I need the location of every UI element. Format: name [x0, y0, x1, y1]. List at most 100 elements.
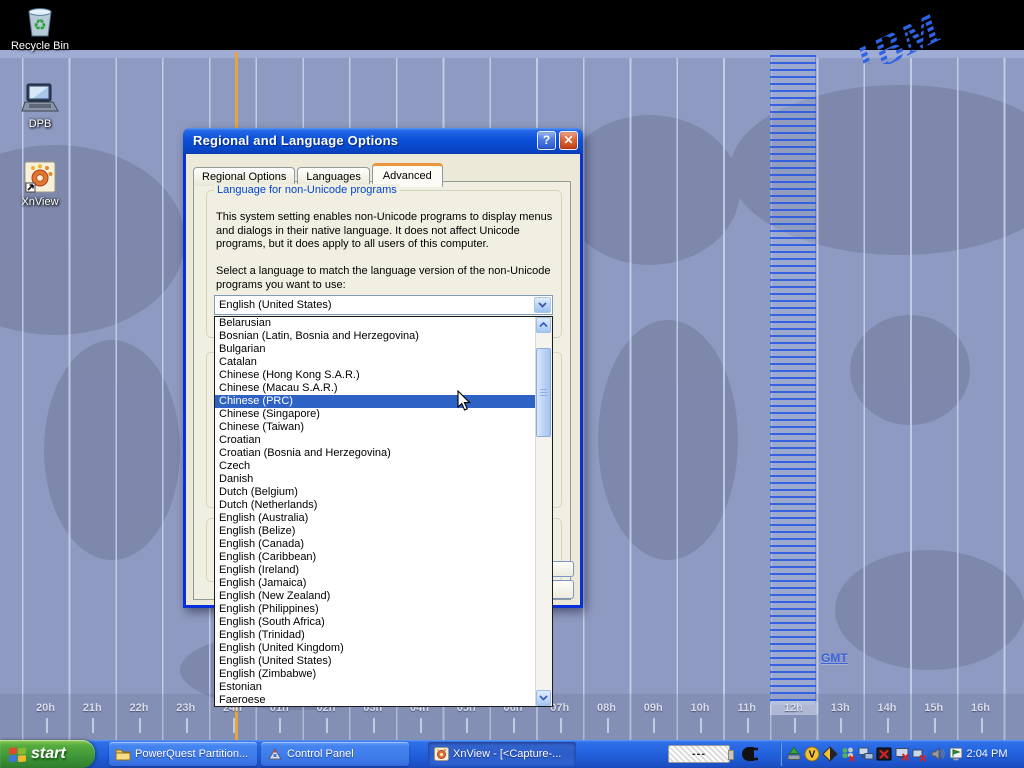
hour-label: 12h	[771, 702, 817, 714]
language-option[interactable]: English (South Africa)	[215, 616, 535, 629]
scroll-down-button[interactable]	[536, 690, 551, 706]
users-offline-icon[interactable]	[840, 746, 856, 762]
gmt-label: GMT	[821, 651, 848, 665]
svg-text:V: V	[809, 750, 816, 761]
svg-text:♻: ♻	[33, 17, 46, 34]
language-option[interactable]: Chinese (Taiwan)	[215, 421, 535, 434]
language-option[interactable]: Dutch (Netherlands)	[215, 499, 535, 512]
list-scrollbar[interactable]	[535, 317, 552, 706]
hour-label: 14h	[864, 702, 910, 714]
tray-divider	[780, 742, 782, 766]
language-option[interactable]: Croatian (Bosnia and Herzegovina)	[215, 447, 535, 460]
description-text: This system setting enables non-Unicode …	[216, 211, 554, 252]
desktop-icon-recycle-bin[interactable]: ♻ Recycle Bin	[3, 6, 77, 52]
wireless-disconnected-icon[interactable]	[912, 746, 928, 762]
language-option[interactable]: English (Ireland)	[215, 564, 535, 577]
help-button[interactable]: ?	[537, 131, 556, 150]
xnview-shortcut-icon	[23, 160, 57, 194]
folder-icon	[115, 747, 131, 761]
hour-label-row: 20h21h22h23h24h01h02h03h04h05h06h07h08h0…	[0, 702, 1024, 738]
language-combobox[interactable]: English (United States)	[214, 295, 553, 315]
language-option[interactable]: Estonian	[215, 681, 535, 694]
dialog-titlebar[interactable]: Regional and Language Options ? ✕	[183, 128, 583, 154]
tab-strip: Regional Options Languages Advanced	[193, 163, 445, 186]
language-option[interactable]: Croatian	[215, 434, 535, 447]
taskbar-button-control-panel[interactable]: Control Panel	[261, 742, 409, 766]
task-label: XnView - [<Capture-...	[453, 748, 561, 760]
language-option[interactable]: Bosnian (Latin, Bosnia and Herzegovina)	[215, 330, 535, 343]
network-computers-icon[interactable]	[858, 746, 874, 762]
language-option[interactable]: Chinese (PRC)	[215, 395, 535, 408]
language-option[interactable]: English (Caribbean)	[215, 551, 535, 564]
chevron-down-icon	[539, 695, 548, 701]
hour-label: 16h	[958, 702, 1004, 714]
battery-meter[interactable]: ---	[668, 745, 730, 763]
hour-label: 11h	[724, 702, 770, 714]
language-option[interactable]: Bulgarian	[215, 343, 535, 356]
laptop-icon	[20, 82, 60, 116]
language-option[interactable]: Belarusian	[215, 317, 535, 330]
task-label: Control Panel	[287, 748, 354, 760]
hour-label: 10h	[677, 702, 723, 714]
hour-label: 09h	[630, 702, 676, 714]
windows-flag-icon	[8, 746, 27, 763]
dialog-title: Regional and Language Options	[193, 128, 398, 154]
language-option[interactable]: Chinese (Macau S.A.R.)	[215, 382, 535, 395]
taskbar-clock[interactable]: 2:04 PM	[956, 740, 1018, 768]
desktop-icon-dpb[interactable]: DPB	[3, 82, 77, 130]
language-option[interactable]: English (United States)	[215, 655, 535, 668]
hour-label: 23h	[163, 702, 209, 714]
language-option[interactable]: English (Philippines)	[215, 603, 535, 616]
hour-label: 22h	[116, 702, 162, 714]
scrollbar-thumb[interactable]	[536, 348, 551, 437]
hour-label: 21h	[69, 702, 115, 714]
display-utility-icon[interactable]	[876, 746, 892, 762]
hour-label: 08h	[584, 702, 630, 714]
language-option[interactable]: Catalan	[215, 356, 535, 369]
language-option[interactable]: English (Australia)	[215, 512, 535, 525]
language-option[interactable]: English (Zimbabwe)	[215, 668, 535, 681]
language-option[interactable]: Dutch (Belgium)	[215, 486, 535, 499]
antivirus-icon[interactable]: V	[804, 746, 820, 762]
language-option[interactable]: Faeroese	[215, 694, 535, 707]
language-dropdown-list[interactable]: BelarusianBosnian (Latin, Bosnia and Her…	[214, 316, 553, 707]
chevron-down-icon	[538, 302, 547, 308]
icon-label: XnView	[3, 196, 77, 208]
language-option[interactable]: Danish	[215, 473, 535, 486]
ac-power-plug-icon	[742, 745, 762, 763]
taskbar-button-powerquest[interactable]: PowerQuest Partition...	[109, 742, 257, 766]
icon-label: Recycle Bin	[3, 40, 77, 52]
gmt-column-hatch	[770, 55, 816, 705]
language-option[interactable]: Chinese (Hong Kong S.A.R.)	[215, 369, 535, 382]
volume-icon[interactable]	[930, 746, 946, 762]
close-button[interactable]: ✕	[559, 131, 578, 150]
language-option[interactable]: English (Belize)	[215, 525, 535, 538]
language-option[interactable]: English (New Zealand)	[215, 590, 535, 603]
combobox-value: English (United States)	[219, 296, 332, 314]
icon-label: DPB	[3, 118, 77, 130]
control-panel-icon	[267, 747, 283, 761]
taskbar: start PowerQuest Partition... Control Pa…	[0, 740, 1024, 768]
language-option[interactable]: English (Jamaica)	[215, 577, 535, 590]
battery-status-icon[interactable]	[822, 746, 838, 762]
combobox-dropdown-button[interactable]	[534, 297, 551, 313]
language-option[interactable]: English (Trinidad)	[215, 629, 535, 642]
xnview-icon	[434, 747, 449, 761]
language-option[interactable]: English (Canada)	[215, 538, 535, 551]
system-tray: V	[786, 746, 964, 762]
scroll-up-button[interactable]	[536, 317, 551, 333]
ibm-logo: IBM	[822, 0, 1002, 64]
svg-text:IBM: IBM	[845, 0, 951, 64]
desktop-icon-xnview[interactable]: XnView	[3, 160, 77, 208]
eject-hardware-icon[interactable]	[786, 746, 802, 762]
recycle-bin-icon: ♻	[23, 6, 57, 38]
language-option[interactable]: English (United Kingdom)	[215, 642, 535, 655]
taskbar-button-xnview[interactable]: XnView - [<Capture-...	[428, 742, 576, 766]
chevron-up-icon	[539, 322, 548, 328]
start-button[interactable]: start	[0, 740, 95, 768]
network-disconnected-icon[interactable]	[894, 746, 910, 762]
language-option[interactable]: Chinese (Singapore)	[215, 408, 535, 421]
hour-label: 20h	[23, 702, 69, 714]
task-label: PowerQuest Partition...	[135, 748, 248, 760]
language-option[interactable]: Czech	[215, 460, 535, 473]
